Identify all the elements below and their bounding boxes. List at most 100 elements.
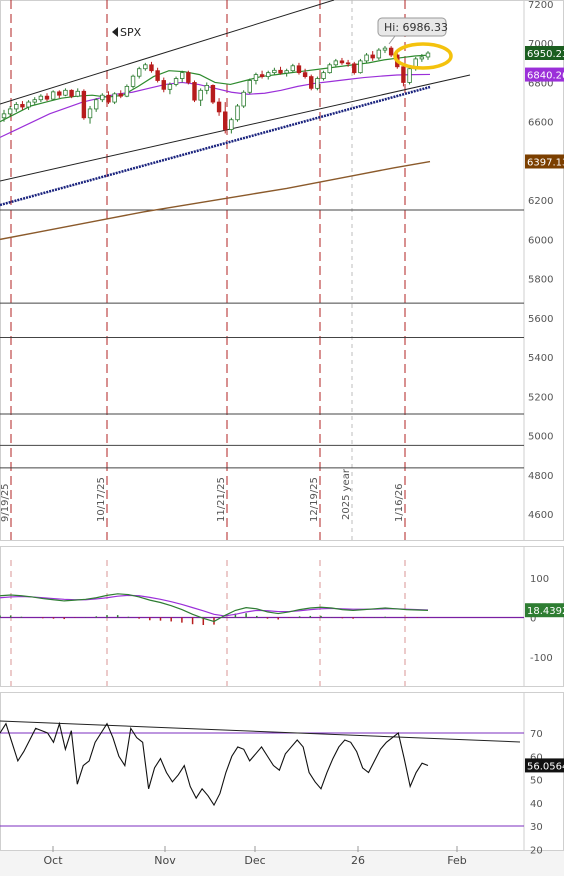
candle-down [223, 111, 228, 130]
panel-frame [0, 0, 564, 541]
candle-down [118, 93, 123, 97]
candle-down [186, 72, 191, 83]
month-label: Oct [43, 854, 63, 867]
candle-up [75, 90, 80, 97]
candle-up [26, 101, 31, 108]
candle-up [241, 91, 246, 107]
candle-down [210, 85, 216, 103]
candle-up [198, 89, 203, 101]
candle-down [278, 69, 283, 74]
chart-container: 4600480050005200540056005800600062006400… [0, 0, 564, 876]
candle-up [167, 84, 173, 90]
ma-mid-tag: 6840.26 [527, 71, 564, 82]
candle-up [1, 113, 7, 119]
candle-down [309, 76, 314, 89]
price-tick-label: 5200 [528, 392, 553, 403]
candle-up [229, 119, 234, 130]
price-tick-label: 5600 [528, 314, 553, 325]
candle-down [216, 101, 222, 113]
month-label: Feb [447, 854, 466, 867]
candle-up [266, 72, 271, 77]
candle-down [44, 95, 50, 100]
price-tick-label: 4800 [528, 471, 553, 482]
candle-up [173, 78, 179, 85]
rsi-tick-label: 40 [530, 799, 543, 810]
candle-down [345, 62, 351, 65]
candle-up [143, 64, 148, 70]
candle-up [290, 65, 296, 72]
price-tick-label: 6200 [528, 196, 553, 207]
rsi-tick-label: 30 [530, 822, 543, 833]
candle-up [7, 108, 13, 115]
macd-tick-label: 100 [530, 574, 549, 585]
macd-value-tag: 18.4392 [527, 606, 564, 617]
candle-down [339, 60, 345, 64]
candle-up [364, 54, 369, 62]
candle-down [57, 91, 62, 96]
cycle-date-label: 9/19/25 [0, 483, 11, 522]
candle-down [192, 82, 197, 101]
candle-down [20, 104, 25, 108]
candle-up [382, 47, 388, 51]
symbol-label: SPX [120, 26, 142, 39]
candle-up [376, 49, 382, 59]
candle-down [302, 72, 308, 77]
candle-up [87, 108, 93, 119]
candle-up [425, 52, 431, 58]
candle-up [124, 85, 130, 97]
macd-tick-label: -100 [530, 653, 553, 664]
candle-up [38, 95, 44, 101]
rsi-value-tag: 56.0564 [527, 761, 564, 772]
ma-long-tag: 6397.13 [527, 157, 564, 168]
candle-up [315, 78, 320, 89]
cycle-date-label: 11/21/25 [216, 477, 227, 522]
candle-up [407, 68, 412, 83]
candle-down [259, 74, 265, 77]
month-label: 26 [351, 854, 365, 867]
candle-up [272, 69, 277, 74]
price-tick-label: 5000 [528, 432, 553, 443]
candle-up [235, 105, 240, 121]
candle-down [149, 64, 154, 72]
cycle-date-label: 12/19/25 [309, 477, 320, 522]
spx-chart: 4600480050005200540056005800600062006400… [0, 0, 564, 876]
year-marker-label: 2025 year [341, 468, 352, 520]
candle-down [352, 63, 357, 74]
rsi-tick-label: 70 [530, 729, 543, 740]
candle-up [32, 99, 37, 103]
candle-up [100, 94, 105, 101]
candle-down [161, 80, 166, 90]
rsi-tick-label: 20 [530, 845, 543, 856]
candle-down [296, 65, 302, 74]
candle-up [136, 68, 142, 77]
candle-up [14, 104, 19, 110]
panel-frame [0, 546, 564, 687]
candle-up [50, 91, 56, 100]
candle-up [253, 74, 259, 81]
candle-down [388, 47, 394, 56]
price-tick-label: 6600 [528, 118, 553, 129]
price-tick-label: 4600 [528, 510, 553, 521]
candle-up [93, 99, 99, 110]
panel-frame [0, 692, 564, 851]
candle-up [333, 60, 339, 66]
candle-up [63, 89, 68, 96]
price-tick-label: 6000 [528, 235, 553, 246]
candle-up [112, 93, 117, 103]
candle-up [284, 70, 289, 74]
candle-up [419, 56, 425, 60]
price-tick-label: 5400 [528, 353, 553, 364]
candle-down [106, 94, 111, 103]
cycle-date-label: 1/16/26 [394, 483, 405, 522]
hi-callout-label: Hi: 6986.33 [384, 21, 448, 34]
candle-down [401, 66, 406, 83]
candle-up [247, 80, 252, 93]
cycle-date-label: 10/17/25 [96, 477, 107, 522]
price-tick-label: 5800 [528, 275, 553, 286]
candle-down [370, 54, 375, 59]
candle-down [69, 89, 74, 97]
month-label: Dec [244, 854, 265, 867]
candle-up [327, 64, 332, 74]
candle-up [321, 72, 326, 79]
rsi-tick-label: 50 [530, 776, 543, 787]
